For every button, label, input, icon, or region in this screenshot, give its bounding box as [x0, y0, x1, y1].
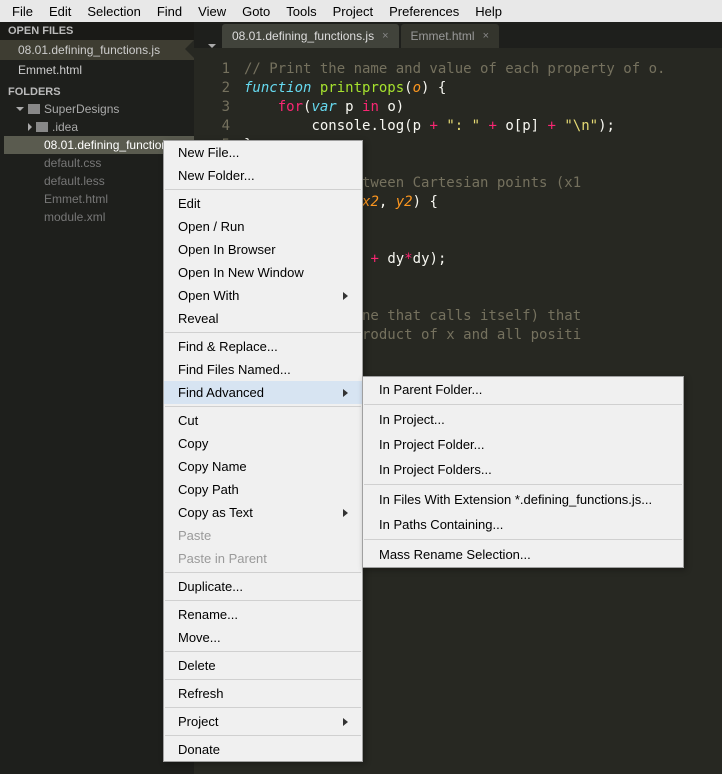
menu-preferences[interactable]: Preferences — [381, 2, 467, 21]
open-file-item[interactable]: 08.01.defining_functions.js — [0, 40, 194, 60]
open-file-item[interactable]: Emmet.html — [0, 60, 194, 80]
chevron-down-icon — [16, 107, 24, 111]
sub-files-extension[interactable]: In Files With Extension *.defining_funct… — [363, 487, 683, 512]
sub-mass-rename[interactable]: Mass Rename Selection... — [363, 542, 683, 567]
close-icon[interactable]: × — [483, 30, 489, 42]
open-files-header: OPEN FILES — [0, 22, 194, 40]
folder-icon — [36, 122, 48, 132]
separator — [165, 600, 361, 601]
ctx-find-files[interactable]: Find Files Named... — [164, 358, 362, 381]
sub-parent-folder[interactable]: In Parent Folder... — [363, 377, 683, 402]
sub-project-folder[interactable]: In Project Folder... — [363, 432, 683, 457]
menu-help[interactable]: Help — [467, 2, 510, 21]
menu-edit[interactable]: Edit — [41, 2, 79, 21]
ctx-copy[interactable]: Copy — [164, 432, 362, 455]
line-num: 2 — [194, 79, 240, 98]
ctx-find-replace[interactable]: Find & Replace... — [164, 335, 362, 358]
ctx-paste: Paste — [164, 524, 362, 547]
ctx-find-advanced[interactable]: Find Advanced — [164, 381, 362, 404]
menu-view[interactable]: View — [190, 2, 234, 21]
sub-paths-containing[interactable]: In Paths Containing... — [363, 512, 683, 537]
menu-tools[interactable]: Tools — [278, 2, 324, 21]
sub-project-folders[interactable]: In Project Folders... — [363, 457, 683, 482]
ctx-open-with[interactable]: Open With — [164, 284, 362, 307]
ctx-cut[interactable]: Cut — [164, 409, 362, 432]
chevron-right-icon — [28, 123, 32, 131]
ctx-new-file[interactable]: New File... — [164, 141, 362, 164]
folders-header: FOLDERS — [0, 80, 194, 100]
tab-bar: 08.01.defining_functions.js × Emmet.html × — [194, 22, 722, 48]
ctx-open-new-window[interactable]: Open In New Window — [164, 261, 362, 284]
tab-defining-functions[interactable]: 08.01.defining_functions.js × — [222, 24, 399, 48]
separator — [165, 735, 361, 736]
chevron-right-icon — [343, 292, 348, 300]
separator — [165, 332, 361, 333]
folder-icon — [28, 104, 40, 114]
ctx-move[interactable]: Move... — [164, 626, 362, 649]
tab-label: Emmet.html — [411, 29, 475, 43]
tab-emmet[interactable]: Emmet.html × — [401, 24, 499, 48]
sub-in-project[interactable]: In Project... — [363, 407, 683, 432]
chevron-right-icon — [343, 718, 348, 726]
menu-file[interactable]: File — [4, 2, 41, 21]
line-gutter: 1 2 3 4 5 — [194, 48, 240, 155]
close-icon[interactable]: × — [382, 30, 388, 42]
ctx-duplicate[interactable]: Duplicate... — [164, 575, 362, 598]
tree-folder-idea[interactable]: .idea — [4, 118, 194, 136]
tree-label: SuperDesigns — [44, 102, 119, 116]
tree-project[interactable]: SuperDesigns — [4, 100, 194, 118]
tree-label: .idea — [52, 120, 78, 134]
chevron-right-icon — [343, 389, 348, 397]
ctx-delete[interactable]: Delete — [164, 654, 362, 677]
separator — [165, 679, 361, 680]
separator — [165, 707, 361, 708]
menubar: File Edit Selection Find View Goto Tools… — [0, 0, 722, 22]
find-advanced-submenu: In Parent Folder... In Project... In Pro… — [362, 376, 684, 568]
tab-label: 08.01.defining_functions.js — [232, 29, 374, 43]
line-num: 4 — [194, 117, 240, 136]
ctx-open-browser[interactable]: Open In Browser — [164, 238, 362, 261]
menu-find[interactable]: Find — [149, 2, 190, 21]
ctx-refresh[interactable]: Refresh — [164, 682, 362, 705]
ctx-new-folder[interactable]: New Folder... — [164, 164, 362, 187]
separator — [364, 404, 682, 405]
ctx-project[interactable]: Project — [164, 710, 362, 733]
ctx-copy-as-text[interactable]: Copy as Text — [164, 501, 362, 524]
menu-goto[interactable]: Goto — [234, 2, 278, 21]
context-menu: New File... New Folder... Edit Open / Ru… — [163, 140, 363, 762]
ctx-paste-parent: Paste in Parent — [164, 547, 362, 570]
ctx-reveal[interactable]: Reveal — [164, 307, 362, 330]
line-num: 3 — [194, 98, 240, 117]
ctx-copy-name[interactable]: Copy Name — [164, 455, 362, 478]
line-num: 1 — [194, 60, 240, 79]
ctx-donate[interactable]: Donate — [164, 738, 362, 761]
separator — [364, 539, 682, 540]
menu-project[interactable]: Project — [325, 2, 381, 21]
chevron-right-icon — [343, 509, 348, 517]
menu-selection[interactable]: Selection — [79, 2, 148, 21]
ctx-copy-path[interactable]: Copy Path — [164, 478, 362, 501]
separator — [165, 189, 361, 190]
separator — [364, 484, 682, 485]
ctx-open-run[interactable]: Open / Run — [164, 215, 362, 238]
separator — [165, 651, 361, 652]
ctx-rename[interactable]: Rename... — [164, 603, 362, 626]
ctx-edit[interactable]: Edit — [164, 192, 362, 215]
separator — [165, 572, 361, 573]
separator — [165, 406, 361, 407]
